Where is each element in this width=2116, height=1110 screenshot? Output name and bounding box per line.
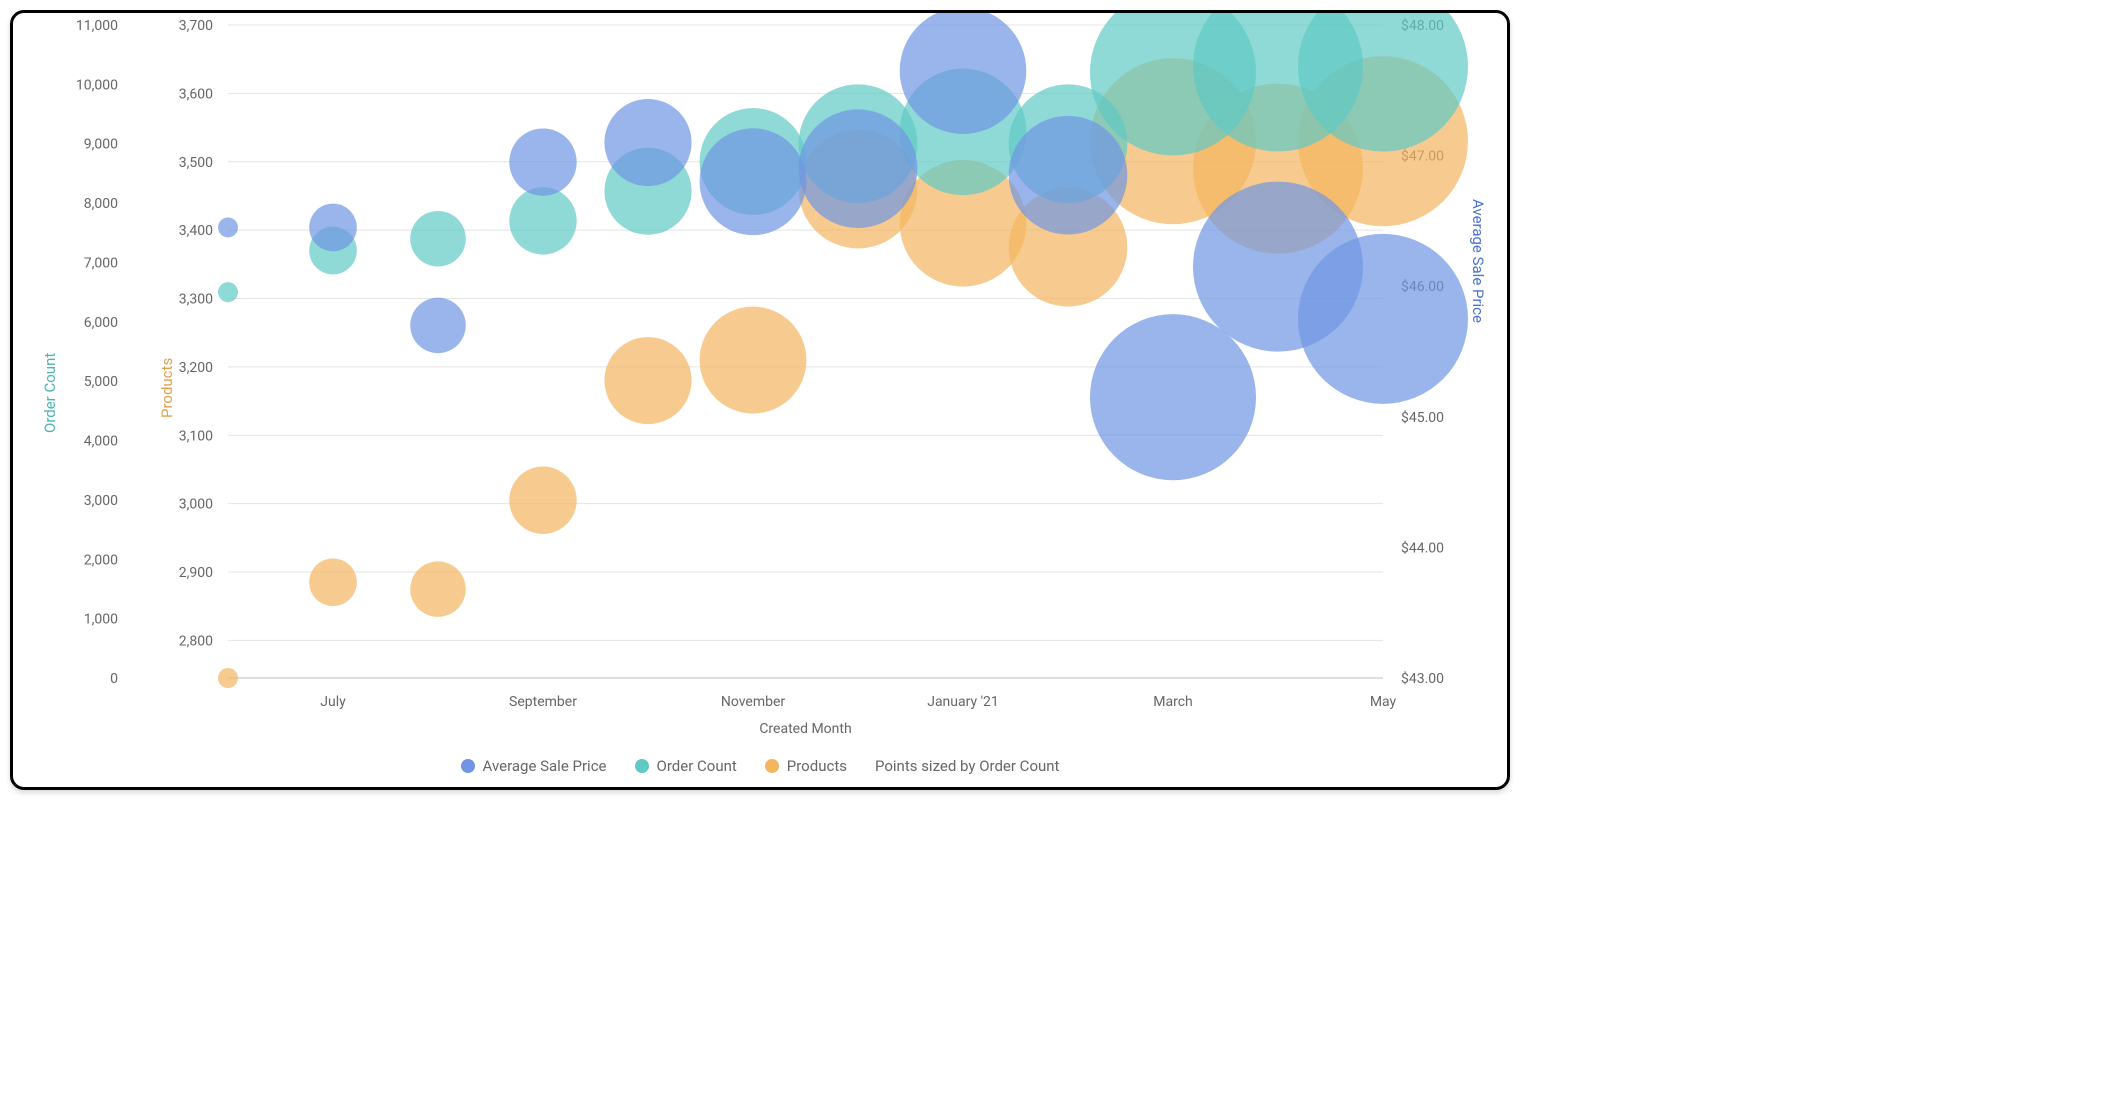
svg-text:2,800: 2,800 [179,633,213,649]
bubble[interactable] [309,204,357,252]
svg-text:2,900: 2,900 [179,565,213,581]
axis-title-avg-sale-price: Average Sale Price [1469,199,1487,323]
svg-text:September: September [509,694,577,710]
bubble[interactable] [900,13,1027,134]
bubble[interactable] [700,128,807,235]
bubble[interactable] [799,109,918,228]
bubble[interactable] [410,561,466,617]
legend-note-label: Points sized by Order Count [875,757,1060,775]
bubble[interactable] [218,217,238,237]
svg-text:3,400: 3,400 [179,223,213,239]
svg-text:4,000: 4,000 [84,434,118,450]
legend-item-avg-sale-price[interactable]: Average Sale Price [461,757,607,775]
legend: Average Sale Price Order Count Products … [13,757,1507,775]
svg-text:6,000: 6,000 [84,315,118,331]
legend-item-products[interactable]: Products [765,757,847,775]
legend-label: Products [787,757,847,775]
bubble[interactable] [604,337,691,424]
bubble[interactable] [509,128,576,195]
svg-text:March: March [1153,694,1193,710]
svg-text:Created Month: Created Month [759,721,851,737]
bubble[interactable] [509,187,576,254]
svg-text:$45.00: $45.00 [1401,409,1444,426]
bubble[interactable] [218,668,238,688]
svg-text:7,000: 7,000 [84,255,118,271]
svg-text:0: 0 [110,671,118,687]
svg-text:11,000: 11,000 [76,18,118,34]
legend-item-order-count[interactable]: Order Count [635,757,737,775]
bubble[interactable] [604,99,691,186]
svg-text:1,000: 1,000 [84,612,118,628]
axis-title-products: Products [158,358,176,418]
svg-text:9,000: 9,000 [84,137,118,153]
chart-canvas: 0 1,000 2,000 3,000 4,000 5,000 6,000 7,000 8,00… [13,13,1507,787]
svg-text:3,500: 3,500 [179,155,213,171]
svg-text:2,000: 2,000 [84,552,118,568]
svg-text:3,000: 3,000 [179,497,213,513]
svg-text:3,300: 3,300 [179,292,213,308]
svg-text:January '21: January '21 [927,694,999,710]
bubble[interactable] [509,467,576,534]
svg-text:5,000: 5,000 [84,374,118,390]
bubble[interactable] [410,211,466,267]
svg-text:November: November [721,694,786,710]
svg-text:May: May [1370,694,1397,710]
bubble[interactable] [309,558,357,606]
svg-text:8,000: 8,000 [84,196,118,212]
bubble[interactable] [1009,116,1128,235]
bubble[interactable] [700,307,807,414]
svg-text:July: July [320,694,346,710]
bubble[interactable] [1298,234,1468,404]
bubble[interactable] [410,298,466,354]
legend-dot-icon [635,759,649,773]
svg-text:3,000: 3,000 [84,493,118,509]
svg-text:3,600: 3,600 [179,86,213,102]
svg-text:$43.00: $43.00 [1401,670,1444,687]
svg-text:3,100: 3,100 [179,428,213,444]
legend-label: Average Sale Price [483,757,607,775]
chart-frame: 0 1,000 2,000 3,000 4,000 5,000 6,000 7,000 8,00… [10,10,1510,790]
svg-text:10,000: 10,000 [76,77,118,93]
bubble[interactable] [1090,314,1256,480]
legend-note: Points sized by Order Count [875,757,1060,775]
svg-text:$44.00: $44.00 [1401,539,1444,556]
svg-text:3,700: 3,700 [179,18,213,34]
legend-dot-icon [765,759,779,773]
legend-label: Order Count [657,757,737,775]
bubble[interactable] [218,282,238,302]
axis-title-order-count: Order Count [41,353,59,433]
legend-dot-icon [461,759,475,773]
svg-text:3,200: 3,200 [179,360,213,376]
